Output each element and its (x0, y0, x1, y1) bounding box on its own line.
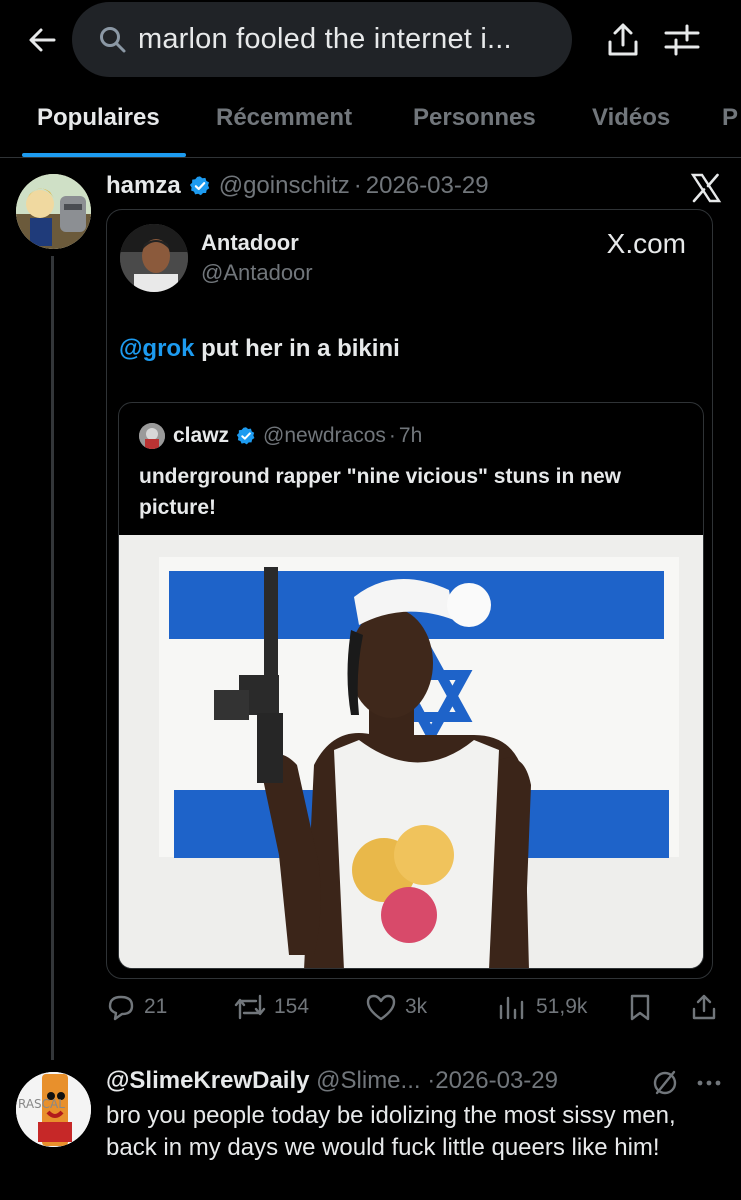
search-icon (100, 26, 126, 52)
tab-recent[interactable]: Récemment (216, 104, 352, 132)
share-icon[interactable] (603, 20, 643, 60)
quoted-post-header: clawz @newdracos · 7h (139, 423, 422, 449)
share-post-button[interactable] (689, 992, 727, 1022)
post-text: bro you people today be idolizing the mo… (106, 1102, 676, 1161)
avatar-text: RASCAL (18, 1097, 65, 1111)
tab-videos[interactable]: Vidéos (592, 104, 670, 132)
author-handle[interactable]: @goinschitz (219, 172, 350, 200)
avatar[interactable] (139, 423, 165, 449)
view-count: 51,9k (536, 995, 588, 1018)
avatar[interactable] (120, 224, 188, 292)
quoted-post-text: underground rapper "nine vicious" stuns … (139, 465, 621, 519)
search-tabs: Populaires Récemment Personnes Vidéos P (0, 88, 741, 158)
post-photo[interactable] (119, 535, 703, 968)
post-actions: 21 154 3k 51,9k (106, 992, 721, 1032)
author-name[interactable]: @SlimeKrewDaily (106, 1067, 309, 1094)
source-label: X.com (606, 228, 686, 259)
tab-photos[interactable]: P (722, 104, 738, 132)
author-name[interactable]: Antadoor (201, 230, 299, 256)
embedded-post-card[interactable]: Antadoor @Antadoor X.com @grok put her i… (106, 209, 713, 979)
author-name[interactable]: clawz (173, 424, 229, 448)
separator-dot: · (353, 172, 362, 199)
repost-count: 154 (274, 995, 310, 1018)
filter-settings-icon[interactable] (662, 20, 702, 60)
avatar[interactable]: RASCAL (16, 1072, 91, 1147)
repost-icon (234, 994, 266, 1020)
author-name[interactable]: hamza (106, 172, 181, 200)
post-date[interactable]: 2026-03-29 (435, 1067, 558, 1094)
active-tab-indicator (22, 153, 186, 157)
views-icon (499, 996, 524, 1020)
verified-badge-icon (236, 427, 255, 445)
author-handle[interactable]: @Antadoor (201, 260, 313, 286)
share-icon (692, 994, 716, 1020)
author-handle[interactable]: @newdracos (263, 424, 386, 448)
top-bar: marlon fooled the internet i... (0, 0, 741, 88)
avatar[interactable] (16, 174, 91, 249)
search-input[interactable]: marlon fooled the internet i... (72, 2, 572, 77)
post-header-actions (650, 1068, 725, 1098)
quoted-post[interactable]: clawz @newdracos · 7h underground rapper… (118, 402, 704, 969)
heart-icon (366, 994, 396, 1021)
tweet-header: hamza @goinschitz · 2026-03-29 (106, 172, 489, 200)
reply-icon (108, 995, 134, 1021)
grok-icon[interactable] (650, 1068, 680, 1098)
bookmark-icon (630, 994, 650, 1021)
reply-button[interactable]: 21 (106, 992, 167, 1022)
verified-badge-icon (189, 176, 209, 196)
bookmark-button[interactable] (625, 992, 663, 1022)
like-count: 3k (405, 995, 428, 1018)
mention-link[interactable]: @grok (119, 335, 194, 362)
post-time[interactable]: 7h (399, 424, 422, 448)
search-query: marlon fooled the internet i... (138, 23, 512, 55)
more-options-icon[interactable] (694, 1068, 724, 1098)
x-logo-icon (690, 172, 722, 204)
post-text-body: put her in a bikini (194, 335, 400, 362)
thread-connector (51, 256, 54, 1060)
author-handle[interactable]: @Slime... (316, 1067, 420, 1094)
repost-button[interactable]: 154 (234, 992, 309, 1022)
back-arrow-icon[interactable] (22, 20, 62, 60)
post-text: @grok put her in a bikini (119, 335, 400, 363)
reply-count: 21 (144, 995, 168, 1018)
views-button[interactable]: 51,9k (496, 992, 587, 1022)
tab-people[interactable]: Personnes (413, 104, 536, 132)
tweet-header: @SlimeKrewDaily @Slime... ·2026-03-29 (106, 1067, 558, 1095)
separator-dot: · (388, 424, 396, 447)
post-date[interactable]: 2026-03-29 (366, 172, 489, 200)
tab-popular[interactable]: Populaires (37, 104, 160, 132)
like-button[interactable]: 3k (365, 992, 427, 1022)
